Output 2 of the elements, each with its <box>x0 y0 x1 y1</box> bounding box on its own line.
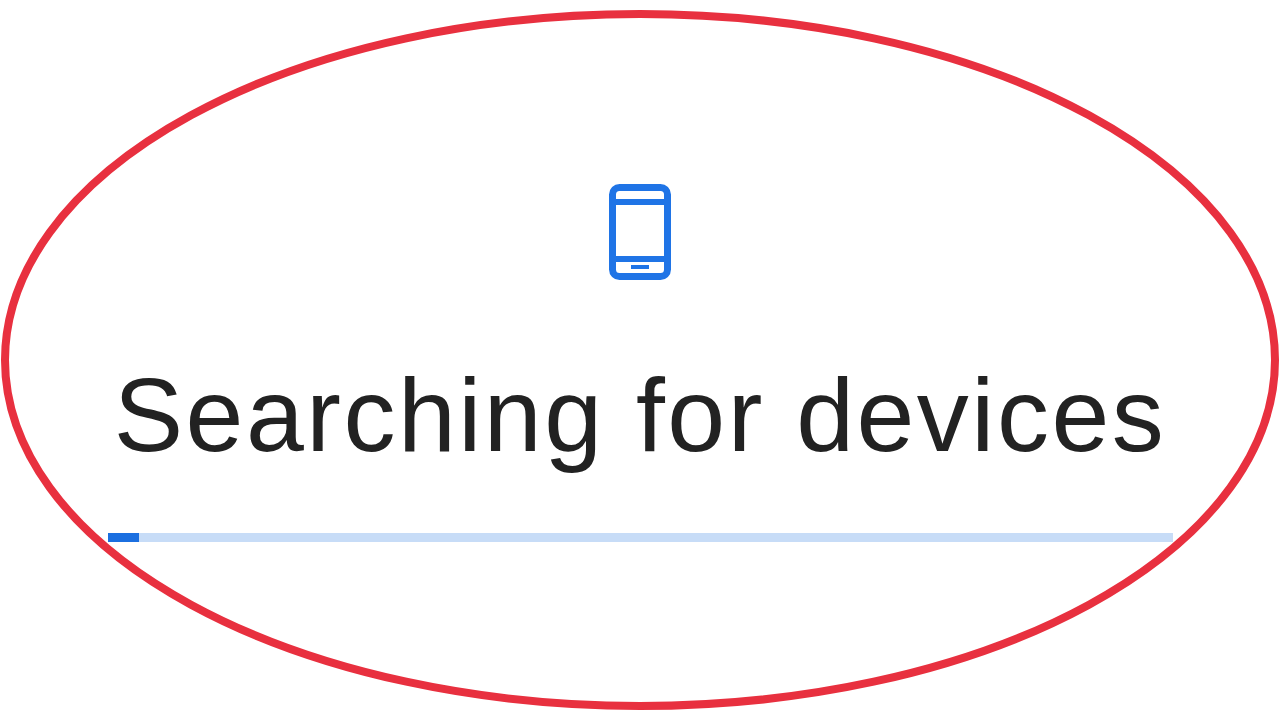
dialog-title: Searching for devices <box>113 358 1167 473</box>
smartphone-icon <box>609 184 671 280</box>
